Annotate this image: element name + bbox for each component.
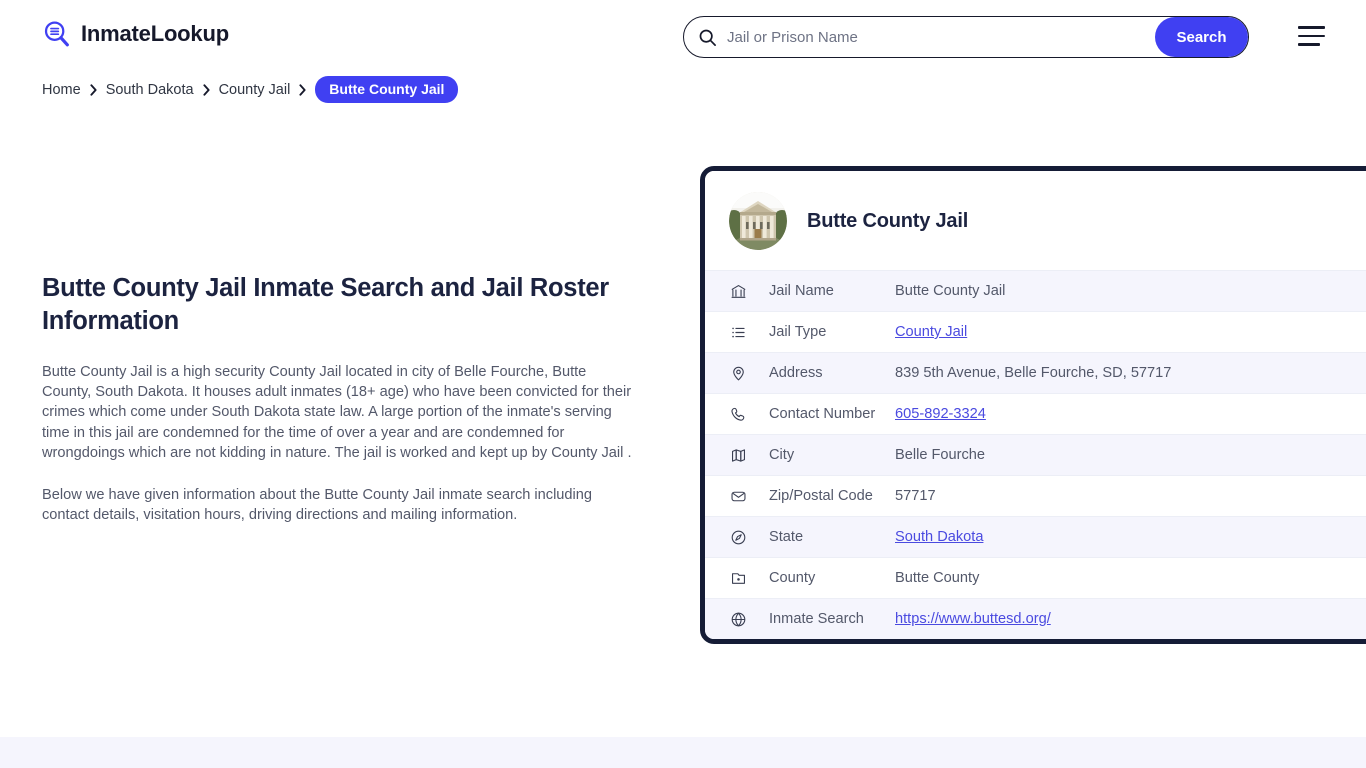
map-region-icon [729, 569, 747, 587]
search-input[interactable] [717, 17, 1155, 57]
brand-name: InmateLookup [81, 21, 229, 46]
page-title: Butte County Jail Inmate Search and Jail… [42, 274, 609, 335]
intro-section: Butte County Jail Inmate Search and Jail… [42, 272, 634, 525]
search-bar[interactable]: Search [683, 16, 1249, 58]
info-row-inmate-search: Inmate Search https://www.buttesd.org/ [705, 598, 1366, 639]
info-value: https://www.buttesd.org/ [895, 611, 1366, 627]
chevron-right-icon [202, 83, 211, 96]
search-icon [698, 28, 717, 47]
footer-band [0, 737, 1366, 768]
breadcrumb-item-jail-type[interactable]: County Jail [219, 82, 291, 98]
chevron-right-icon [89, 83, 98, 96]
breadcrumb-item-home[interactable]: Home [42, 82, 81, 98]
info-label: Jail Type [769, 324, 827, 340]
info-row-state: State South Dakota [705, 516, 1366, 557]
info-label: County [769, 570, 816, 586]
info-row-city: City Belle Fourche [705, 434, 1366, 475]
info-row-county: County Butte County [705, 557, 1366, 598]
info-value: 839 5th Avenue, Belle Fourche, SD, 57717 [895, 365, 1172, 381]
contact-number-link[interactable]: 605-892-3324 [895, 406, 986, 422]
jail-type-link[interactable]: County Jail [895, 324, 967, 340]
info-value: Butte County Jail [895, 283, 1006, 299]
site-header: InmateLookup Search [0, 0, 1366, 72]
hamburger-line [1298, 43, 1320, 46]
jail-info-card: Butte County Jail Jail Name Butte County… [700, 166, 1366, 644]
hamburger-line [1298, 26, 1325, 29]
inmate-search-link[interactable]: https://www.buttesd.org/ [895, 611, 1051, 627]
info-label: State [769, 529, 804, 545]
info-value: 57717 [895, 488, 936, 504]
hamburger-line [1298, 34, 1325, 38]
breadcrumb-item-state[interactable]: South Dakota [106, 82, 194, 98]
search-button[interactable]: Search [1155, 17, 1248, 57]
info-row-contact-number: Contact Number 605-892-3324 [705, 393, 1366, 434]
info-row-jail-name: Jail Name Butte County Jail [705, 270, 1366, 311]
info-value: County Jail [895, 324, 1366, 340]
info-value: 605-892-3324 [895, 406, 1366, 422]
breadcrumb-item-current: Butte County Jail [315, 76, 459, 103]
courthouse-photo [729, 192, 787, 250]
info-label: Jail Name [769, 283, 834, 299]
magnifier-list-icon [42, 19, 72, 49]
brand-logo-link[interactable]: InmateLookup [42, 19, 229, 49]
envelope-icon [729, 487, 747, 505]
map-icon [729, 446, 747, 464]
intro-paragraph-1: Butte County Jail is a high security Cou… [42, 364, 632, 461]
intro-paragraph-2: Below we have given information about th… [42, 487, 593, 524]
breadcrumb: Home South Dakota County Jail Butte Coun… [42, 76, 459, 103]
list-icon [729, 323, 747, 341]
bank-icon [729, 282, 747, 300]
info-label: Address [769, 365, 823, 381]
info-row-zip-code: Zip/Postal Code 57717 [705, 475, 1366, 516]
info-value: Butte County [895, 570, 980, 586]
jail-card-header: Butte County Jail [705, 171, 1366, 270]
info-value: Belle Fourche [895, 447, 986, 463]
map-pin-icon [729, 364, 747, 382]
state-link[interactable]: South Dakota [895, 529, 983, 545]
info-value: South Dakota [895, 529, 1366, 545]
info-row-address: Address 839 5th Avenue, Belle Fourche, S… [705, 352, 1366, 393]
info-row-jail-type: Jail Type County Jail [705, 311, 1366, 352]
globe-icon [729, 610, 747, 628]
chevron-right-icon [298, 83, 307, 96]
info-label: City [769, 447, 795, 463]
hamburger-menu-icon[interactable] [1298, 25, 1328, 47]
jail-card-title: Butte County Jail [807, 209, 969, 232]
phone-icon [729, 405, 747, 423]
info-label: Zip/Postal Code [769, 488, 873, 504]
info-label: Contact Number [769, 406, 876, 422]
info-label: Inmate Search [769, 611, 864, 627]
compass-icon [729, 528, 747, 546]
